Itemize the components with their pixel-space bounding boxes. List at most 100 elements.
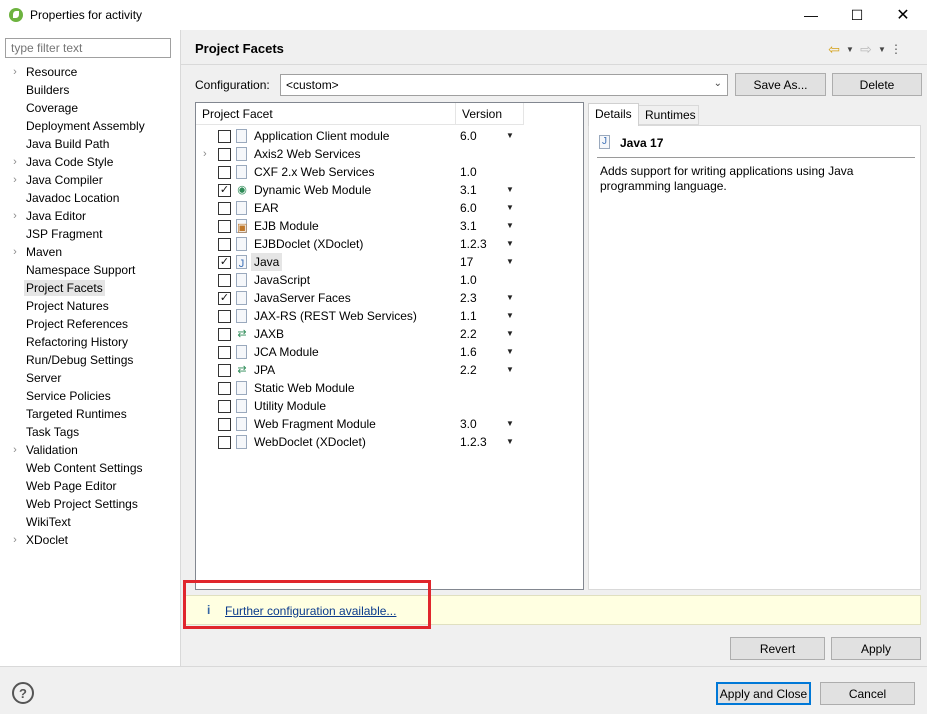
facet-checkbox[interactable] [218, 130, 231, 143]
nav-item[interactable]: Run/Debug Settings [0, 351, 181, 369]
chevron-right-icon[interactable]: › [9, 441, 21, 459]
nav-item[interactable]: Task Tags [0, 423, 181, 441]
facet-checkbox[interactable] [218, 166, 231, 179]
chevron-right-icon[interactable]: › [9, 153, 21, 171]
view-menu-icon[interactable]: ⋮ [890, 42, 902, 56]
facet-row[interactable]: ✓ J Java 17 ▼ [196, 253, 583, 271]
tab-runtimes[interactable]: Runtimes [639, 105, 699, 125]
nav-item[interactable]: › Java Editor [0, 207, 181, 225]
version-dropdown-icon[interactable]: ▼ [506, 415, 514, 433]
minimize-button[interactable]: — [788, 0, 834, 30]
nav-item[interactable]: › Java Compiler [0, 171, 181, 189]
facet-row[interactable]: ✓ ◉ Dynamic Web Module 3.1 ▼ [196, 181, 583, 199]
nav-item[interactable]: › Maven [0, 243, 181, 261]
chevron-right-icon[interactable]: › [9, 207, 21, 225]
version-dropdown-icon[interactable]: ▼ [506, 343, 514, 361]
facet-checkbox[interactable] [218, 328, 231, 341]
forward-arrow-icon[interactable]: ⇨ [858, 41, 874, 58]
facet-checkbox[interactable] [218, 382, 231, 395]
facet-row[interactable]: WebDoclet (XDoclet) 1.2.3 ▼ [196, 433, 583, 451]
version-dropdown-icon[interactable]: ▼ [506, 289, 514, 307]
facet-checkbox[interactable] [218, 346, 231, 359]
facet-checkbox[interactable]: ✓ [218, 184, 231, 197]
nav-item[interactable]: › Resource [0, 63, 181, 81]
facet-row[interactable]: › Axis2 Web Services [196, 145, 583, 163]
facet-row[interactable]: JAX-RS (REST Web Services) 1.1 ▼ [196, 307, 583, 325]
facet-checkbox[interactable] [218, 238, 231, 251]
chevron-right-icon[interactable]: › [203, 145, 207, 163]
column-header-version[interactable]: Version [456, 103, 524, 125]
facet-row[interactable]: ✓ JavaServer Faces 2.3 ▼ [196, 289, 583, 307]
cancel-button[interactable]: Cancel [820, 682, 915, 705]
facet-checkbox[interactable] [218, 148, 231, 161]
nav-item[interactable]: Java Build Path [0, 135, 181, 153]
version-dropdown-icon[interactable]: ▼ [506, 217, 514, 235]
chevron-right-icon[interactable]: › [9, 63, 21, 81]
nav-item[interactable]: Deployment Assembly [0, 117, 181, 135]
nav-item[interactable]: Refactoring History [0, 333, 181, 351]
facet-checkbox[interactable] [218, 400, 231, 413]
chevron-right-icon[interactable]: › [9, 171, 21, 189]
facet-row[interactable]: Web Fragment Module 3.0 ▼ [196, 415, 583, 433]
facet-row[interactable]: ▣ EJB Module 3.1 ▼ [196, 217, 583, 235]
version-dropdown-icon[interactable]: ▼ [506, 253, 514, 271]
version-dropdown-icon[interactable]: ▼ [506, 127, 514, 145]
version-dropdown-icon[interactable]: ▼ [506, 307, 514, 325]
nav-item[interactable]: Namespace Support [0, 261, 181, 279]
facet-row[interactable]: JavaScript 1.0 [196, 271, 583, 289]
version-dropdown-icon[interactable]: ▼ [506, 325, 514, 343]
facet-row[interactable]: Utility Module [196, 397, 583, 415]
version-dropdown-icon[interactable]: ▼ [506, 199, 514, 217]
nav-item[interactable]: Web Page Editor [0, 477, 181, 495]
nav-item[interactable]: Javadoc Location [0, 189, 181, 207]
nav-item[interactable]: Web Content Settings [0, 459, 181, 477]
nav-item[interactable]: Builders [0, 81, 181, 99]
save-as-button[interactable]: Save As... [735, 73, 826, 96]
chevron-right-icon[interactable]: › [9, 243, 21, 261]
configuration-select[interactable]: <custom> ⌄ [280, 74, 728, 96]
facet-checkbox[interactable] [218, 436, 231, 449]
version-dropdown-icon[interactable]: ▼ [506, 235, 514, 253]
facet-row[interactable]: EJBDoclet (XDoclet) 1.2.3 ▼ [196, 235, 583, 253]
forward-dropdown-icon[interactable]: ▼ [877, 45, 887, 54]
nav-item[interactable]: JSP Fragment [0, 225, 181, 243]
close-button[interactable]: ✕ [880, 0, 926, 30]
nav-item[interactable]: › Java Code Style [0, 153, 181, 171]
facet-row[interactable]: JCA Module 1.6 ▼ [196, 343, 583, 361]
nav-item[interactable]: › Validation [0, 441, 181, 459]
facet-checkbox[interactable] [218, 418, 231, 431]
nav-item[interactable]: WikiText [0, 513, 181, 531]
facet-row[interactable]: Application Client module 6.0 ▼ [196, 127, 583, 145]
revert-button[interactable]: Revert [730, 637, 825, 660]
nav-item[interactable]: Targeted Runtimes [0, 405, 181, 423]
facet-row[interactable]: CXF 2.x Web Services 1.0 [196, 163, 583, 181]
back-dropdown-icon[interactable]: ▼ [845, 45, 855, 54]
facet-checkbox[interactable] [218, 364, 231, 377]
facet-checkbox[interactable]: ✓ [218, 256, 231, 269]
filter-input[interactable] [5, 38, 171, 58]
tab-details[interactable]: Details [588, 103, 639, 126]
nav-item[interactable]: › XDoclet [0, 531, 181, 549]
help-icon[interactable]: ? [12, 682, 34, 704]
delete-button[interactable]: Delete [832, 73, 922, 96]
nav-item[interactable]: Service Policies [0, 387, 181, 405]
facet-checkbox[interactable] [218, 202, 231, 215]
facet-checkbox[interactable]: ✓ [218, 292, 231, 305]
nav-item[interactable]: Project References [0, 315, 181, 333]
apply-and-close-button[interactable]: Apply and Close [716, 682, 811, 705]
version-dropdown-icon[interactable]: ▼ [506, 433, 514, 451]
facet-row[interactable]: ⇄ JPA 2.2 ▼ [196, 361, 583, 379]
version-dropdown-icon[interactable]: ▼ [506, 361, 514, 379]
nav-item[interactable]: Project Natures [0, 297, 181, 315]
facet-checkbox[interactable] [218, 220, 231, 233]
facet-row[interactable]: EAR 6.0 ▼ [196, 199, 583, 217]
nav-item[interactable]: Server [0, 369, 181, 387]
facet-row[interactable]: Static Web Module [196, 379, 583, 397]
facet-checkbox[interactable] [218, 310, 231, 323]
back-arrow-icon[interactable]: ⇦ [826, 41, 842, 58]
nav-item[interactable]: Project Facets [0, 279, 181, 297]
version-dropdown-icon[interactable]: ▼ [506, 181, 514, 199]
column-header-facet[interactable]: Project Facet [196, 103, 456, 125]
facet-row[interactable]: ⇄ JAXB 2.2 ▼ [196, 325, 583, 343]
chevron-right-icon[interactable]: › [9, 531, 21, 549]
